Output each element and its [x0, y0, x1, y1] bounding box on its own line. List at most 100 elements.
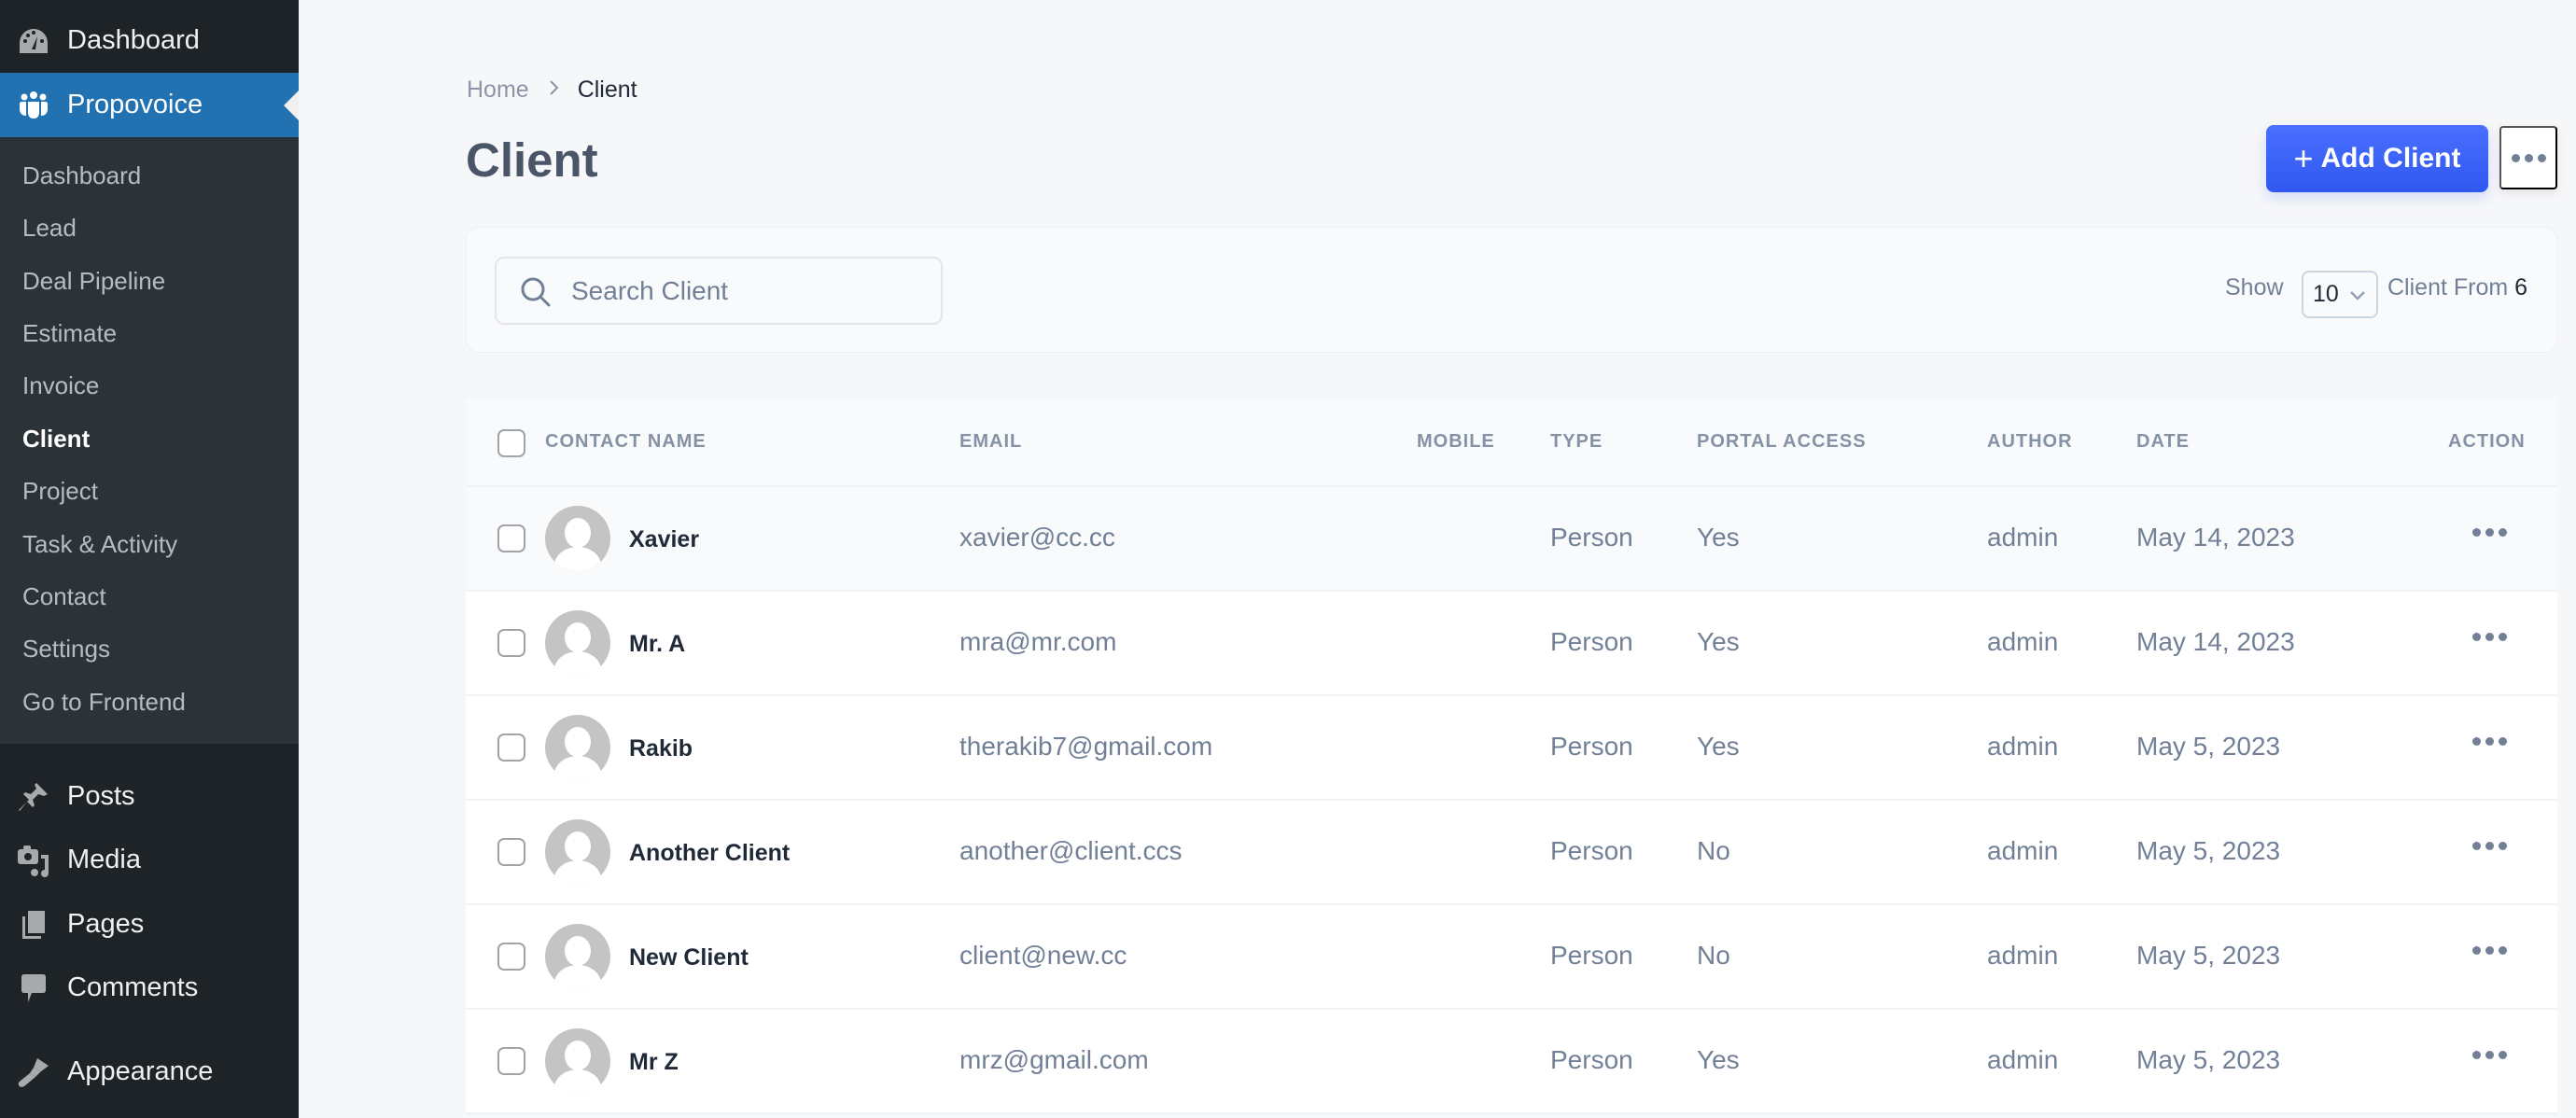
- submenu-item-task-activity[interactable]: Task & Activity: [22, 525, 177, 563]
- select-all-checkbox[interactable]: [497, 429, 525, 457]
- table-row[interactable]: Rakib therakib7@gmail.com Person Yes adm…: [466, 696, 2557, 801]
- contact-name[interactable]: New Client: [629, 944, 749, 971]
- avatar: [545, 819, 610, 885]
- submenu-item-project[interactable]: Project: [22, 472, 98, 510]
- row-action-more-icon[interactable]: [2472, 1051, 2507, 1059]
- sidebar-item-posts[interactable]: Posts: [0, 764, 299, 829]
- submenu-item-lead[interactable]: Lead: [22, 209, 77, 246]
- breadcrumb-current: Client: [577, 77, 637, 103]
- search-icon: [519, 275, 553, 309]
- table-row[interactable]: Xavier xavier@cc.cc Person Yes admin May…: [466, 487, 2557, 592]
- row-action-more-icon[interactable]: [2472, 528, 2507, 537]
- author: admin: [1987, 1045, 2059, 1074]
- column-header-type[interactable]: TYPE: [1550, 431, 1603, 453]
- sidebar-item-comments[interactable]: Comments: [0, 956, 299, 1020]
- avatar: [545, 715, 610, 780]
- contact-name[interactable]: Rakib: [629, 735, 693, 762]
- submenu-item-invoice[interactable]: Invoice: [22, 367, 99, 404]
- email: another@client.ccs: [959, 836, 1183, 865]
- row-checkbox[interactable]: [497, 838, 525, 866]
- submenu-item-estimate[interactable]: Estimate: [22, 314, 117, 352]
- breadcrumb-home-link[interactable]: Home: [467, 77, 529, 104]
- author: admin: [1987, 523, 2059, 552]
- column-header-email[interactable]: EMAIL: [959, 431, 1022, 453]
- sidebar-item-label: Media: [67, 845, 141, 874]
- date: May 14, 2023: [2136, 523, 2295, 552]
- avatar: [545, 924, 610, 989]
- table-row[interactable]: Mr. A mra@mr.com Person Yes admin May 14…: [466, 592, 2557, 696]
- type: Person: [1550, 732, 1633, 761]
- date: May 5, 2023: [2136, 732, 2281, 761]
- author: admin: [1987, 836, 2059, 865]
- search-field[interactable]: [495, 257, 943, 325]
- column-header-date[interactable]: DATE: [2136, 431, 2190, 453]
- portal-access: No: [1697, 836, 1730, 865]
- plus-icon: +: [2293, 139, 2314, 177]
- row-checkbox[interactable]: [497, 1047, 525, 1075]
- dashboard-icon: [17, 24, 50, 58]
- submenu-item-client[interactable]: Client: [22, 420, 90, 457]
- sidebar-item-dashboard[interactable]: Dashboard: [0, 8, 299, 73]
- more-options-button[interactable]: [2499, 126, 2557, 189]
- portal-access: No: [1697, 941, 1730, 970]
- avatar: [545, 1028, 610, 1094]
- page-title: Client: [466, 133, 598, 187]
- avatar: [545, 610, 610, 676]
- sidebar-item-label: Pages: [67, 909, 145, 939]
- portal-access: Yes: [1697, 627, 1740, 656]
- chevron-down-icon: [2348, 284, 2367, 311]
- row-checkbox[interactable]: [497, 943, 525, 971]
- row-checkbox[interactable]: [497, 524, 525, 552]
- column-header-mobile[interactable]: MOBILE: [1417, 431, 1495, 453]
- column-header-portal-access[interactable]: PORTAL ACCESS: [1697, 431, 1867, 453]
- contact-name[interactable]: Mr. A: [629, 631, 685, 658]
- submenu-item-settings[interactable]: Settings: [22, 630, 110, 667]
- per-page-value: 10: [2313, 281, 2339, 307]
- sidebar-item-label: Appearance: [67, 1056, 214, 1086]
- contact-name[interactable]: Mr Z: [629, 1049, 679, 1076]
- column-header-author[interactable]: AUTHOR: [1987, 431, 2073, 453]
- pin-icon: [17, 780, 50, 814]
- submenu-item-contact[interactable]: Contact: [22, 578, 106, 615]
- row-checkbox[interactable]: [497, 734, 525, 762]
- sidebar-item-pages[interactable]: Pages: [0, 892, 299, 957]
- row-action-more-icon[interactable]: [2472, 842, 2507, 850]
- add-client-button[interactable]: + Add Client: [2266, 125, 2488, 192]
- date: May 5, 2023: [2136, 836, 2281, 865]
- row-action-more-icon[interactable]: [2472, 633, 2507, 641]
- propovoice-submenu: Dashboard Lead Deal Pipeline Estimate In…: [0, 137, 299, 744]
- sidebar-item-media[interactable]: Media: [0, 828, 299, 892]
- table-row[interactable]: Mr Z mrz@gmail.com Person Yes admin May …: [466, 1010, 2557, 1114]
- type: Person: [1550, 941, 1633, 970]
- table-row[interactable]: New Client client@new.cc Person No admin…: [466, 905, 2557, 1010]
- client-total: 6: [2514, 274, 2528, 300]
- portal-access: Yes: [1697, 732, 1740, 761]
- per-page-select[interactable]: 10: [2302, 271, 2378, 318]
- row-checkbox[interactable]: [497, 629, 525, 657]
- sidebar-item-label: Propovoice: [67, 90, 203, 119]
- row-action-more-icon[interactable]: [2472, 946, 2507, 955]
- row-action-more-icon[interactable]: [2472, 737, 2507, 746]
- contact-name[interactable]: Xavier: [629, 526, 699, 553]
- email: client@new.cc: [959, 941, 1127, 970]
- submenu-item-dashboard[interactable]: Dashboard: [22, 157, 141, 194]
- sidebar-item-propovoice[interactable]: Propovoice: [0, 73, 299, 137]
- submenu-item-go-to-frontend[interactable]: Go to Frontend: [22, 683, 186, 720]
- email: xavier@cc.cc: [959, 523, 1115, 552]
- email: mra@mr.com: [959, 627, 1117, 656]
- author: admin: [1987, 941, 2059, 970]
- column-header-contact-name[interactable]: CONTACT NAME: [545, 431, 707, 453]
- breadcrumb: Home Client: [467, 77, 637, 104]
- sidebar-item-appearance[interactable]: Appearance: [0, 1040, 299, 1104]
- filter-panel: Show 10 Client From 6: [466, 227, 2557, 353]
- date: May 5, 2023: [2136, 1045, 2281, 1074]
- client-from-label: Client From: [2387, 274, 2509, 300]
- sidebar-item-label: Dashboard: [67, 25, 200, 55]
- table-row[interactable]: Another Client another@client.ccs Person…: [466, 801, 2557, 905]
- sidebar-item-label: Comments: [67, 972, 199, 1002]
- submenu-item-deal-pipeline[interactable]: Deal Pipeline: [22, 262, 165, 300]
- admin-sidebar: Dashboard Propovoice Dashboard Lead Deal…: [0, 0, 299, 1118]
- search-input[interactable]: [571, 259, 926, 323]
- chevron-right-icon: [548, 77, 561, 104]
- contact-name[interactable]: Another Client: [629, 840, 790, 867]
